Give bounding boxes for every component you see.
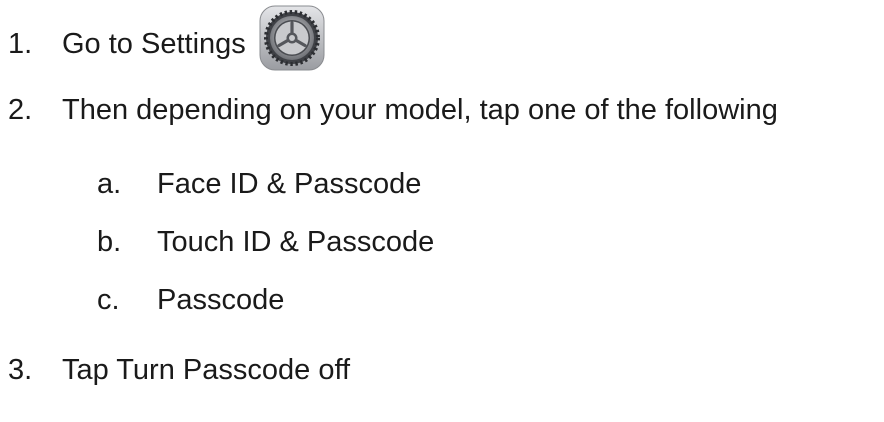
step-number: 1. <box>8 28 33 60</box>
substep-text: Passcode <box>157 284 285 316</box>
step-text: Tap Turn Passcode off <box>62 354 351 386</box>
substep-text: Touch ID & Passcode <box>157 226 435 258</box>
substep-b: b. Touch ID & Passcode <box>97 224 434 260</box>
step-number: 3. <box>8 354 33 386</box>
substep-text: Face ID & Passcode <box>157 168 422 200</box>
step-1: 1. Go to Settings <box>8 26 246 62</box>
substep-letter: a. <box>97 168 122 200</box>
step-text: Go to Settings <box>62 28 246 60</box>
substep-letter: c. <box>97 284 120 316</box>
substep-letter: b. <box>97 226 122 258</box>
step-3: 3. Tap Turn Passcode off <box>8 352 350 388</box>
step-number: 2. <box>8 94 33 126</box>
substep-c: c. Passcode <box>97 282 284 318</box>
settings-gear-icon <box>259 5 325 71</box>
step-2: 2. Then depending on your model, tap one… <box>8 92 778 128</box>
substep-a: a. Face ID & Passcode <box>97 166 421 202</box>
step-text: Then depending on your model, tap one of… <box>62 94 778 126</box>
